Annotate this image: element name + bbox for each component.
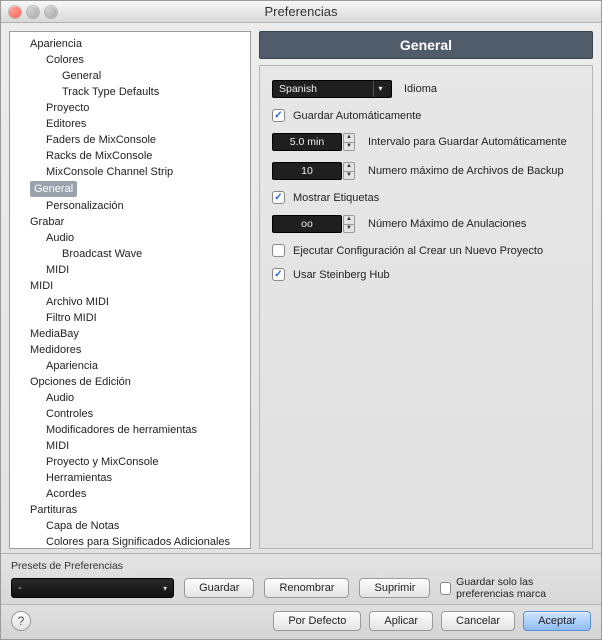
tree-item[interactable]: Acordes — [10, 486, 250, 502]
bottom-buttons: Por Defecto Aplicar Cancelar Aceptar — [273, 611, 591, 631]
hub-checkbox[interactable]: ✓ — [272, 268, 285, 281]
tree-item[interactable]: Editores — [10, 116, 250, 132]
tree-item[interactable]: Personalización — [10, 198, 250, 214]
minimize-icon[interactable] — [27, 6, 39, 18]
tree-item[interactable]: Filtro MIDI — [10, 310, 250, 326]
interval-value: 5.0 min — [290, 136, 324, 148]
undomax-stepper[interactable]: oo ▲▼ — [272, 215, 342, 233]
form-area: Spanish ▾ Idioma ✓ Guardar Automáticamen… — [259, 65, 593, 549]
preset-save-button[interactable]: Guardar — [184, 578, 254, 598]
window-title: Preferencias — [1, 4, 601, 19]
chevron-down-icon: ▾ — [373, 81, 387, 97]
tree-item[interactable]: Grabar — [10, 214, 250, 230]
main-panel: General Spanish ▾ Idioma ✓ Guardar Autom… — [259, 31, 593, 549]
section-heading: General — [259, 31, 593, 59]
undomax-value: oo — [301, 218, 313, 230]
tree-item[interactable]: Modificadores de herramientas — [10, 422, 250, 438]
tree-item[interactable]: Faders de MixConsole — [10, 132, 250, 148]
backups-value: 10 — [301, 165, 313, 177]
tree-item[interactable]: Herramientas — [10, 470, 250, 486]
undomax-stepper-buttons[interactable]: ▲▼ — [343, 215, 355, 233]
sidebar-wrap: AparienciaColoresGeneralTrack Type Defau… — [9, 31, 251, 549]
titlebar: Preferencias — [1, 1, 601, 23]
cancel-button[interactable]: Cancelar — [441, 611, 515, 631]
preset-select[interactable]: - ▾ — [11, 578, 174, 598]
tree-item[interactable]: Controles — [10, 406, 250, 422]
autosave-row: ✓ Guardar Automáticamente — [272, 109, 580, 122]
showlabels-label: Mostrar Etiquetas — [293, 192, 379, 204]
undomax-label: Número Máximo de Anulaciones — [368, 218, 526, 230]
language-dropdown[interactable]: Spanish ▾ — [272, 80, 392, 98]
autosave-checkbox[interactable]: ✓ — [272, 109, 285, 122]
content-area: AparienciaColoresGeneralTrack Type Defau… — [1, 23, 601, 553]
interval-stepper-buttons[interactable]: ▲▼ — [343, 133, 355, 151]
category-tree[interactable]: AparienciaColoresGeneralTrack Type Defau… — [9, 31, 251, 549]
preset-delete-button[interactable]: Suprimir — [359, 578, 430, 598]
tree-item[interactable]: Broadcast Wave — [10, 246, 250, 262]
interval-label: Intervalo para Guardar Automáticamente — [368, 136, 567, 148]
runconfig-label: Ejecutar Configuración al Crear un Nuevo… — [293, 245, 543, 257]
help-button[interactable]: ? — [11, 611, 31, 631]
tree-item[interactable]: MIDI — [10, 262, 250, 278]
interval-stepper[interactable]: 5.0 min ▲▼ — [272, 133, 342, 151]
tree-item[interactable]: Archivo MIDI — [10, 294, 250, 310]
backups-stepper[interactable]: 10 ▲▼ — [272, 162, 342, 180]
language-row: Spanish ▾ Idioma — [272, 80, 580, 98]
tree-item[interactable]: Proyecto — [10, 100, 250, 116]
apply-button[interactable]: Aplicar — [369, 611, 433, 631]
hub-row: ✓ Usar Steinberg Hub — [272, 268, 580, 281]
undomax-row: oo ▲▼ Número Máximo de Anulaciones — [272, 215, 580, 233]
presets-bar: Presets de Preferencias - ▾ Guardar Reno… — [1, 553, 601, 604]
backups-label: Numero máximo de Archivos de Backup — [368, 165, 564, 177]
save-only-label: Guardar solo las preferencias marca — [456, 576, 591, 600]
hub-label: Usar Steinberg Hub — [293, 269, 390, 281]
close-icon[interactable] — [9, 6, 21, 18]
tree-item[interactable]: Partituras — [10, 502, 250, 518]
window-controls — [1, 6, 57, 18]
showlabels-checkbox[interactable]: ✓ — [272, 191, 285, 204]
tree-item[interactable]: Audio — [10, 230, 250, 246]
runconfig-row: ✓ Ejecutar Configuración al Crear un Nue… — [272, 244, 580, 257]
presets-row: - ▾ Guardar Renombrar Suprimir ✓ Guardar… — [11, 576, 591, 600]
save-only-row: ✓ Guardar solo las preferencias marca — [440, 576, 591, 600]
showlabels-row: ✓ Mostrar Etiquetas — [272, 191, 580, 204]
tree-item[interactable]: Audio — [10, 390, 250, 406]
language-value: Spanish — [279, 83, 317, 95]
presets-title: Presets de Preferencias — [11, 560, 591, 572]
backups-row: 10 ▲▼ Numero máximo de Archivos de Backu… — [272, 162, 580, 180]
save-only-checkbox[interactable]: ✓ — [440, 582, 451, 595]
chevron-down-icon: ▾ — [163, 584, 167, 593]
tree-item[interactable]: Colores para Significados Adicionales — [10, 534, 250, 549]
defaults-button[interactable]: Por Defecto — [273, 611, 361, 631]
language-label: Idioma — [404, 83, 437, 95]
tree-item[interactable]: Racks de MixConsole — [10, 148, 250, 164]
tree-item[interactable]: Track Type Defaults — [10, 84, 250, 100]
tree-item[interactable]: Medidores — [10, 342, 250, 358]
preset-value: - — [18, 582, 22, 594]
tree-item[interactable]: Capa de Notas — [10, 518, 250, 534]
preferences-window: Preferencias AparienciaColoresGeneralTra… — [0, 0, 602, 640]
interval-row: 5.0 min ▲▼ Intervalo para Guardar Automá… — [272, 133, 580, 151]
bottom-bar: ? Por Defecto Aplicar Cancelar Aceptar — [1, 604, 601, 639]
tree-item[interactable]: Proyecto y MixConsole — [10, 454, 250, 470]
tree-item[interactable]: MediaBay — [10, 326, 250, 342]
preset-rename-button[interactable]: Renombrar — [264, 578, 349, 598]
zoom-icon[interactable] — [45, 6, 57, 18]
tree-item[interactable]: Apariencia — [10, 36, 250, 52]
tree-item[interactable]: General — [10, 68, 250, 84]
tree-item[interactable]: MixConsole Channel Strip — [10, 164, 250, 180]
tree-item[interactable]: Colores — [10, 52, 250, 68]
ok-button[interactable]: Aceptar — [523, 611, 591, 631]
tree-item[interactable]: Opciones de Edición — [10, 374, 250, 390]
autosave-label: Guardar Automáticamente — [293, 110, 421, 122]
tree-item[interactable]: Apariencia — [10, 358, 250, 374]
runconfig-checkbox[interactable]: ✓ — [272, 244, 285, 257]
tree-item[interactable]: MIDI — [10, 278, 250, 294]
tree-item[interactable]: General — [30, 181, 77, 197]
backups-stepper-buttons[interactable]: ▲▼ — [343, 162, 355, 180]
tree-item[interactable]: MIDI — [10, 438, 250, 454]
